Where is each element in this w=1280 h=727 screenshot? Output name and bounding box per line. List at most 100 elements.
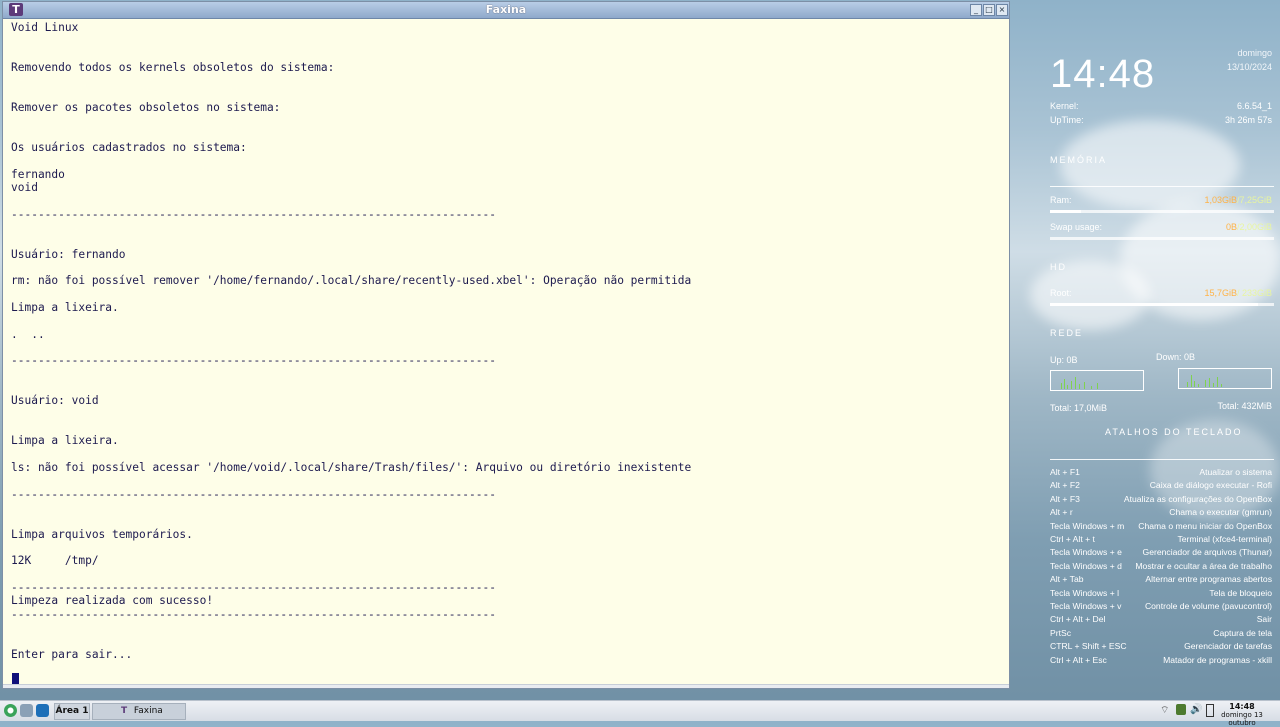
kernel-row: Kernel: 6.6.54_1 <box>1050 101 1274 111</box>
shortcut-action: Sair <box>1256 614 1272 625</box>
shortcut-key: PrtSc <box>1050 627 1072 638</box>
graph-spike <box>1194 381 1195 387</box>
close-button[interactable]: × <box>996 4 1008 16</box>
shortcut-row: Ctrl + Alt + Esc Matador de programas - x… <box>1050 655 1274 665</box>
terminal-line: Usuário: fernando <box>11 248 126 261</box>
taskbar-item-label: Faxina <box>133 706 163 716</box>
shortcut-action: Chama o executar (gmrun) <box>1169 507 1272 518</box>
shortcut-row: Alt + F1 Atualizar o sistema <box>1050 467 1274 477</box>
shortcut-action: Alternar entre programas abertos <box>1145 574 1272 585</box>
shortcut-row: Tecla Windows + d Mostrar e ocultar a áre… <box>1050 561 1274 571</box>
conky-panel: 14:48 domingo 13/10/2024 Kernel: 6.6.54_… <box>1050 0 1274 690</box>
terminal-line: Limpa arquivos temporários. <box>11 528 193 541</box>
minimize-button[interactable]: _ <box>970 4 982 16</box>
graph-spike <box>1205 380 1206 387</box>
shortcut-key: Alt + Tab <box>1050 574 1084 585</box>
hd-heading: HD <box>1050 262 1067 272</box>
shortcut-key: Tecla Windows + l <box>1050 587 1120 598</box>
terminal-separator: ----------------------------------------… <box>11 354 496 367</box>
window-titlebar[interactable]: T Faxina _ □ × <box>3 2 1009 19</box>
shortcut-row: PrtSc Captura de tela <box>1050 628 1274 638</box>
wifi-icon[interactable]: ⌔ <box>1160 704 1169 717</box>
root-total: / 233GiB <box>1236 288 1272 298</box>
terminal-line: 12K /tmp/ <box>11 554 99 567</box>
shortcut-action: Controle de volume (pavucontrol) <box>1144 601 1272 611</box>
shortcut-row: Alt + Tab Alternar entre programas aberto… <box>1050 574 1274 584</box>
swap-label: Swap usage: <box>1050 222 1103 232</box>
divider <box>1050 186 1274 187</box>
taskbar-clock-date[interactable]: domingo 13 outubro <box>1212 711 1272 727</box>
graph-spike <box>1075 377 1076 389</box>
terminal-line: Remover os pacotes obsoletos no sistema: <box>11 101 281 114</box>
shortcut-action: Matador de programas - xkill <box>1163 654 1272 665</box>
shortcut-key: Tecla Windows + v <box>1050 601 1122 611</box>
ram-label: Ram: <box>1050 195 1072 205</box>
shortcut-row: CTRL + Shift + ESC Gerenciador de tarefas <box>1050 641 1274 651</box>
shortcut-row: Tecla Windows + l Tela de bloqueio <box>1050 588 1274 598</box>
root-bar <box>1050 303 1274 306</box>
graph-spike <box>1209 378 1210 387</box>
taskbar-clock-time[interactable]: 14:48 <box>1212 702 1272 711</box>
graph-spike <box>1064 379 1065 389</box>
shortcut-row: Tecla Windows + v Controle de volume (pav… <box>1050 601 1274 611</box>
shortcut-action: Tela de bloqueio <box>1209 587 1272 598</box>
graph-spike <box>1191 375 1192 387</box>
ram-total: /7,25GiB <box>1236 195 1272 205</box>
terminal-output[interactable]: Void Linux Removendo todos os kernels ob… <box>9 19 1009 688</box>
terminal-line: Removendo todos os kernels obsoletos do … <box>11 61 335 74</box>
shortcut-key: Tecla Windows + m <box>1050 520 1125 531</box>
shortcut-key: CTRL + Shift + ESC <box>1050 641 1127 652</box>
conky-date: 13/10/2024 <box>1226 62 1272 72</box>
divider <box>1050 459 1274 460</box>
graph-spike <box>1084 382 1085 389</box>
terminal-line: Usuário: void <box>11 394 99 407</box>
root-bar-fill <box>1050 303 1259 306</box>
maximize-button[interactable]: □ <box>983 4 995 16</box>
faxina-app-icon: T <box>121 706 128 716</box>
shortcut-key: Alt + r <box>1050 507 1073 518</box>
horizontal-scrollbar[interactable] <box>3 684 1009 688</box>
root-used: 15,7GiB <box>1204 288 1237 298</box>
graph-spike <box>1198 384 1199 387</box>
workspace-button[interactable]: Área 1 <box>54 703 90 720</box>
graph-spike <box>1187 382 1188 387</box>
terminal-window[interactable]: T Faxina _ □ × Void Linux Removendo todo… <box>2 1 1010 689</box>
taskbar-item-faxina[interactable]: T Faxina <box>92 703 186 720</box>
shortcut-row: Tecla Windows + m Chama o menu iniciar do… <box>1050 521 1274 531</box>
terminal-prompt-line: Enter para sair... <box>11 648 133 661</box>
shortcut-action: Chama o menu iniciar do OpenBox <box>1138 520 1272 531</box>
shortcut-action: Gerenciador de arquivos (Thunar) <box>1142 547 1272 558</box>
taskbar: Área 1 T Faxina ⌔ 🔊 14:48 domingo 13 out… <box>0 700 1280 727</box>
terminal-error-line: ls: não foi possível acessar '/home/void… <box>11 461 692 474</box>
volume-icon[interactable]: 🔊 <box>1190 704 1202 715</box>
net-down-label: Down: 0B <box>1156 352 1196 362</box>
shortcut-key: Ctrl + Alt + Esc <box>1050 654 1107 665</box>
ram-bar <box>1050 210 1274 213</box>
memoria-heading: MEMÓRIA <box>1050 155 1108 165</box>
root-label: Root: <box>1050 288 1072 298</box>
terminal-line: Void Linux <box>11 21 79 34</box>
shortcut-row: Alt + F2 Caixa de diálogo executar - Rofi <box>1050 480 1274 490</box>
terminal-line: . .. <box>11 328 45 341</box>
ram-used: 1,03GiB <box>1204 195 1237 205</box>
shortcut-key: Tecla Windows + d <box>1050 560 1122 571</box>
start-icon[interactable] <box>4 704 17 717</box>
shortcut-row: Ctrl + Alt + Del Sair <box>1050 614 1274 624</box>
kernel-label: Kernel: <box>1050 101 1079 111</box>
uptime-row: UpTime: 3h 26m 57s <box>1050 115 1274 125</box>
update-icon[interactable] <box>1176 704 1186 715</box>
shortcut-key: Alt + F1 <box>1050 467 1080 477</box>
shortcut-action: Mostrar e ocultar a área de trabalho <box>1135 560 1272 571</box>
shortcut-row: Alt + F3 Atualiza as configurações do Ope… <box>1050 494 1274 504</box>
conky-day: domingo <box>1237 48 1272 58</box>
file-manager-icon[interactable] <box>20 704 33 717</box>
graph-spike <box>1213 383 1214 387</box>
shortcut-key: Alt + F3 <box>1050 493 1080 504</box>
shortcut-key: Ctrl + Alt + t <box>1050 534 1095 544</box>
shortcut-action: Atualizar o sistema <box>1199 467 1272 477</box>
terminal-separator: ----------------------------------------… <box>11 208 496 221</box>
graph-spike <box>1061 383 1062 389</box>
terminal-icon[interactable] <box>36 704 49 717</box>
shortcut-action: Terminal (xfce4-terminal) <box>1177 534 1272 544</box>
graph-spike <box>1067 385 1068 389</box>
